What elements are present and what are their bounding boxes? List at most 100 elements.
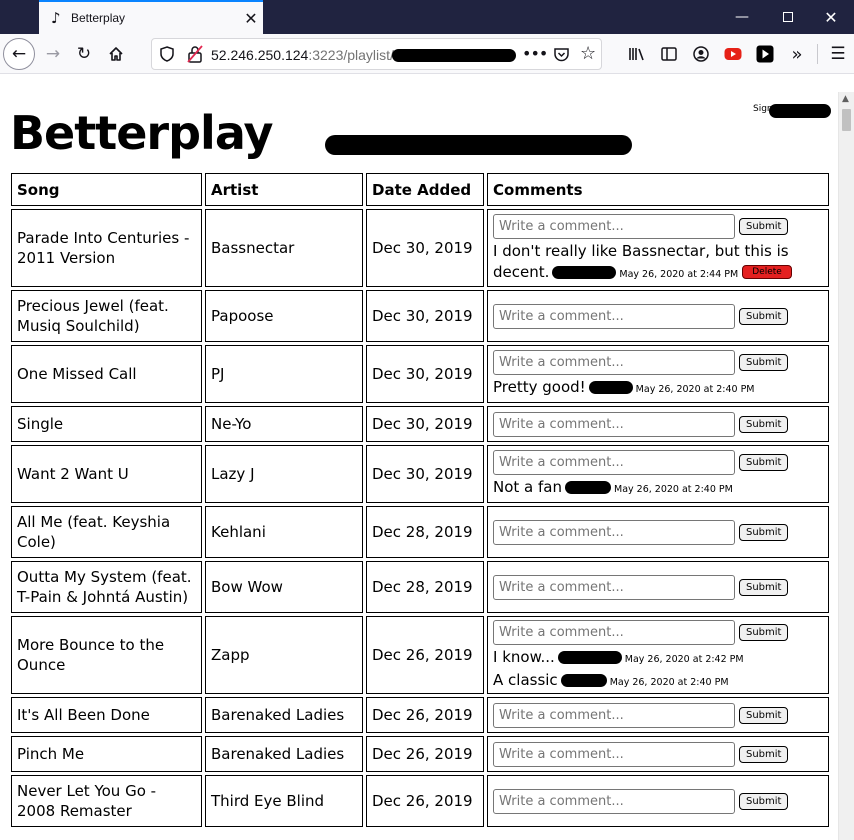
comments-cell: Write a comment... Submit xyxy=(487,736,829,772)
comment-input[interactable]: Write a comment... xyxy=(493,350,735,375)
comment-text: Pretty good! xyxy=(493,378,586,396)
header-artist: Artist xyxy=(205,173,363,206)
song-cell: More Bounce to the Ounce xyxy=(11,616,202,694)
commenter-redaction xyxy=(565,481,611,494)
library-icon[interactable] xyxy=(626,43,648,65)
comment-text: Not a fan xyxy=(493,478,562,496)
forward-button[interactable]: → xyxy=(37,38,69,70)
home-button[interactable] xyxy=(100,38,132,70)
comment-form: Write a comment... Submit xyxy=(493,450,823,475)
username-redaction xyxy=(769,104,831,118)
close-window-button[interactable]: ✕ xyxy=(808,0,854,34)
comments-cell: Write a comment... Submit xyxy=(487,290,829,342)
artist-cell: Third Eye Blind xyxy=(205,775,363,827)
comment-timestamp: May 26, 2020 at 2:40 PM xyxy=(609,676,729,688)
submit-comment-button[interactable]: Submit xyxy=(739,523,789,541)
close-tab-icon[interactable]: ✕ xyxy=(239,9,263,28)
table-row: More Bounce to the Ounce Zapp Dec 26, 2019… xyxy=(11,616,829,694)
reload-button[interactable]: ↻ xyxy=(68,38,100,70)
overflow-menu-icon[interactable]: » xyxy=(786,43,808,65)
song-cell: Outta My System (feat. T-Pain & Johntá A… xyxy=(11,561,202,613)
comment-input[interactable]: Write a comment... xyxy=(493,574,735,600)
site-logo: Betterplay xyxy=(10,106,273,160)
date-added-cell: Dec 26, 2019 xyxy=(366,736,484,772)
comment-form: Write a comment... Submit xyxy=(493,741,823,767)
artist-cell: PJ xyxy=(205,345,363,403)
table-row: Precious Jewel (feat. Musiq Soulchild) Pa… xyxy=(11,290,829,342)
header-date-added: Date Added xyxy=(366,173,484,206)
url-text[interactable]: 52.246.250.124:3223/playlist/ xyxy=(211,47,394,63)
comment-text: A classic xyxy=(493,670,558,689)
account-icon[interactable] xyxy=(690,43,712,65)
scroll-up-arrow-icon[interactable]: ▲ xyxy=(842,94,849,104)
vertical-scrollbar[interactable]: ▲ xyxy=(838,92,854,840)
date-added-cell: Dec 26, 2019 xyxy=(366,775,484,827)
artist-cell: Bow Wow xyxy=(205,561,363,613)
song-cell: Single xyxy=(11,406,202,442)
comment-input[interactable]: Write a comment... xyxy=(493,702,735,728)
playlist-table: Song Artist Date Added Comments Parade I… xyxy=(8,170,832,830)
insecure-lock-icon[interactable] xyxy=(187,45,203,63)
submit-comment-button[interactable]: Submit xyxy=(739,307,789,325)
artist-cell: Zapp xyxy=(205,616,363,694)
comment-input[interactable]: Write a comment... xyxy=(493,411,735,437)
comment-input[interactable]: Write a comment... xyxy=(493,519,735,545)
comment-input[interactable]: Write a comment... xyxy=(493,213,735,239)
comment-input[interactable]: Write a comment... xyxy=(493,619,735,645)
bookmark-star-icon[interactable]: ☆ xyxy=(580,43,596,64)
table-row: Never Let You Go - 2008 Remaster Third Ey… xyxy=(11,775,829,827)
submit-comment-button[interactable]: Submit xyxy=(739,354,789,371)
artist-cell: Barenaked Ladies xyxy=(205,736,363,772)
submit-comment-button[interactable]: Submit xyxy=(739,623,789,641)
browser-tab[interactable]: ♪ Betterplay ✕ xyxy=(39,0,263,34)
submit-comment-button[interactable]: Submit xyxy=(739,706,789,724)
play-extension-icon[interactable] xyxy=(754,43,776,65)
artist-cell: Ne-Yo xyxy=(205,406,363,442)
table-row: Outta My System (feat. T-Pain & Johntá A… xyxy=(11,561,829,613)
comments-cell: Write a comment... Submit Pretty good! May … xyxy=(487,345,829,403)
comment-input[interactable]: Write a comment... xyxy=(493,788,735,814)
submit-comment-button[interactable]: Submit xyxy=(739,792,789,810)
submit-comment-button[interactable]: Submit xyxy=(739,578,789,596)
table-row: One Missed Call PJ Dec 30, 2019 Write a com… xyxy=(11,345,829,403)
table-row: Want 2 Want U Lazy J Dec 30, 2019 Write a c… xyxy=(11,445,829,503)
sidebar-icon[interactable] xyxy=(658,43,680,65)
comment: I know... May 26, 2020 at 2:42 PM xyxy=(493,647,823,670)
home-icon xyxy=(109,47,123,61)
minimize-button[interactable]: — xyxy=(719,0,765,34)
maximize-button[interactable] xyxy=(765,0,811,34)
comment-timestamp: May 26, 2020 at 2:42 PM xyxy=(624,653,744,665)
delete-comment-button[interactable]: Delete xyxy=(742,265,792,279)
scrollbar-thumb[interactable] xyxy=(842,109,851,131)
submit-comment-button[interactable]: Submit xyxy=(739,745,789,763)
artist-cell: Lazy J xyxy=(205,445,363,503)
song-cell: Parade Into Centuries - 2011 Version xyxy=(11,209,202,287)
comment-form: Write a comment... Submit xyxy=(493,788,823,814)
comment-timestamp: May 26, 2020 at 2:44 PM xyxy=(619,268,739,280)
table-row: Parade Into Centuries - 2011 Version Bass… xyxy=(11,209,829,287)
comment: A classic May 26, 2020 at 2:40 PM xyxy=(493,670,823,693)
comment-input[interactable]: Write a comment... xyxy=(493,450,735,475)
browser-titlebar: ♪ Betterplay ✕ — ✕ xyxy=(0,0,854,34)
song-cell: One Missed Call xyxy=(11,345,202,403)
tracking-shield-icon[interactable] xyxy=(160,46,174,62)
comment: Pretty good! May 26, 2020 at 2:40 PM xyxy=(493,377,823,400)
submit-comment-button[interactable]: Submit xyxy=(739,217,789,235)
back-button[interactable]: ← xyxy=(3,38,35,70)
comment-input[interactable]: Write a comment... xyxy=(493,303,735,329)
submit-comment-button[interactable]: Submit xyxy=(739,415,789,433)
comment-timestamp: May 26, 2020 at 2:40 PM xyxy=(614,484,733,495)
song-cell: Never Let You Go - 2008 Remaster xyxy=(11,775,202,827)
comment-input[interactable]: Write a comment... xyxy=(493,741,735,767)
youtube-extension-icon[interactable] xyxy=(722,43,744,65)
hamburger-menu-icon[interactable]: ☰ xyxy=(827,43,849,65)
address-bar[interactable]: 52.246.250.124:3223/playlist/ ••• ☆ xyxy=(151,38,602,70)
submit-comment-button[interactable]: Submit xyxy=(739,454,789,471)
page-actions-icon[interactable]: ••• xyxy=(522,44,548,63)
comment: Not a fan May 26, 2020 at 2:40 PM xyxy=(493,477,823,500)
pocket-icon[interactable] xyxy=(553,46,570,63)
artist-cell: Bassnectar xyxy=(205,209,363,287)
music-note-icon: ♪ xyxy=(51,9,61,27)
table-row: All Me (feat. Keyshia Cole) Kehlani Dec 28… xyxy=(11,506,829,558)
tab-title: Betterplay xyxy=(71,11,126,25)
